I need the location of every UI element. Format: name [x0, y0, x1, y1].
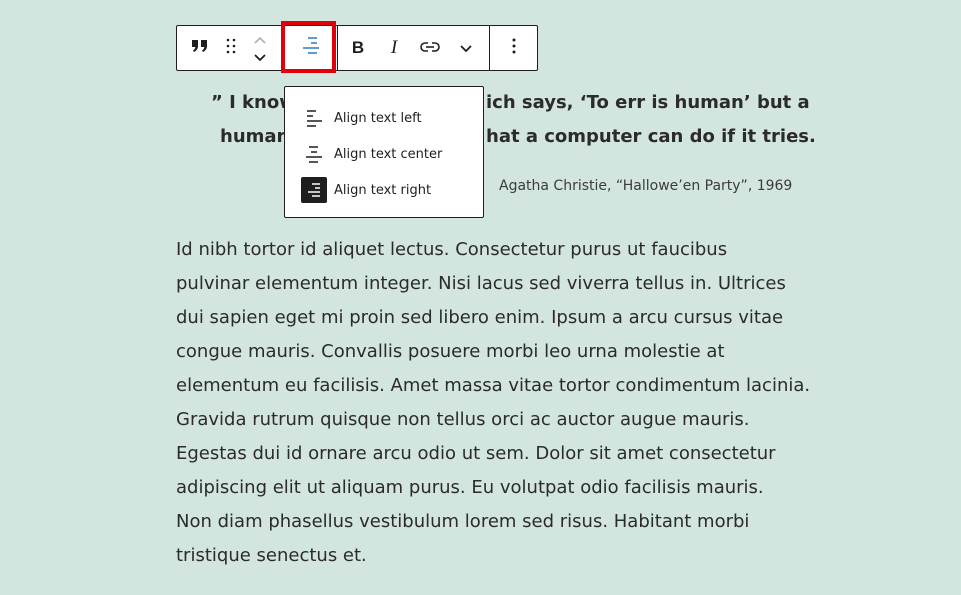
- paragraph-line: dui sapien eget mi proin sed libero enim…: [176, 307, 784, 328]
- paragraph-line: elementum eu facilisis. Amet massa vitae…: [176, 375, 811, 396]
- align-center-icon: [301, 141, 327, 167]
- toolbar-divider: [489, 26, 490, 70]
- paragraph-line: Non diam phasellus vestibulum lorem sed …: [176, 511, 750, 532]
- toolbar-divider: [281, 26, 282, 70]
- quote-line-2-right: hat a computer can do if it tries.: [486, 126, 816, 147]
- chevron-down-icon: [459, 39, 473, 58]
- paragraph-line: congue mauris. Convallis posuere morbi l…: [176, 341, 725, 362]
- paragraph-line: Id nibh tortor id aliquet lectus. Consec…: [176, 239, 728, 260]
- italic-label: I: [390, 37, 398, 58]
- bold-button[interactable]: B: [345, 26, 371, 70]
- quote-line-1-right: ich says, ‘To err is human’ but a: [486, 92, 810, 113]
- drag-handle-icon: [226, 38, 236, 58]
- quote-citation: Agatha Christie, “Hallowe’en Party”, 196…: [499, 178, 793, 194]
- menu-item-align-right[interactable]: Align text right: [301, 175, 471, 205]
- move-up-icon: [253, 30, 267, 49]
- quote-line-2-left: human: [220, 126, 290, 147]
- paragraph-line: Gravida rutrum quisque non tellus orci a…: [176, 409, 750, 430]
- menu-item-align-left[interactable]: Align text left: [301, 103, 471, 133]
- move-down-icon: [253, 48, 267, 67]
- move-down-button[interactable]: [249, 48, 271, 66]
- block-type-quote-button[interactable]: [185, 26, 215, 70]
- align-right-icon: [301, 177, 327, 203]
- menu-item-label: Align text center: [334, 146, 443, 162]
- paragraph-line: adipiscing elit ut aliquam purus. Eu vol…: [176, 477, 764, 498]
- options-button[interactable]: [499, 26, 529, 70]
- menu-item-label: Align text right: [334, 182, 432, 198]
- paragraph-block[interactable]: Id nibh tortor id aliquet lectus. Consec…: [176, 233, 811, 573]
- align-button[interactable]: [289, 26, 333, 70]
- paragraph-line: Egestas dui id ornare arcu odio ut sem. …: [176, 443, 776, 464]
- align-text-menu: Align text left Align text center Align …: [284, 86, 484, 218]
- paragraph-line: tristique senectus et.: [176, 545, 367, 566]
- move-up-button[interactable]: [249, 30, 271, 48]
- more-rich-text-button[interactable]: [453, 26, 479, 70]
- drag-handle-button[interactable]: [221, 26, 241, 70]
- link-icon: [420, 39, 440, 58]
- align-center-icon: [300, 35, 322, 61]
- menu-item-align-center[interactable]: Align text center: [301, 139, 471, 169]
- link-button[interactable]: [417, 26, 443, 70]
- italic-button[interactable]: I: [381, 26, 407, 70]
- vertical-ellipsis-icon: [512, 38, 516, 58]
- quote-icon: [191, 38, 209, 58]
- bold-label: B: [351, 38, 365, 57]
- block-toolbar: B I: [176, 25, 538, 71]
- paragraph-line: pulvinar elementum integer. Nisi lacus s…: [176, 273, 786, 294]
- toolbar-divider: [337, 26, 338, 70]
- align-left-icon: [301, 105, 327, 131]
- menu-item-label: Align text left: [334, 110, 422, 126]
